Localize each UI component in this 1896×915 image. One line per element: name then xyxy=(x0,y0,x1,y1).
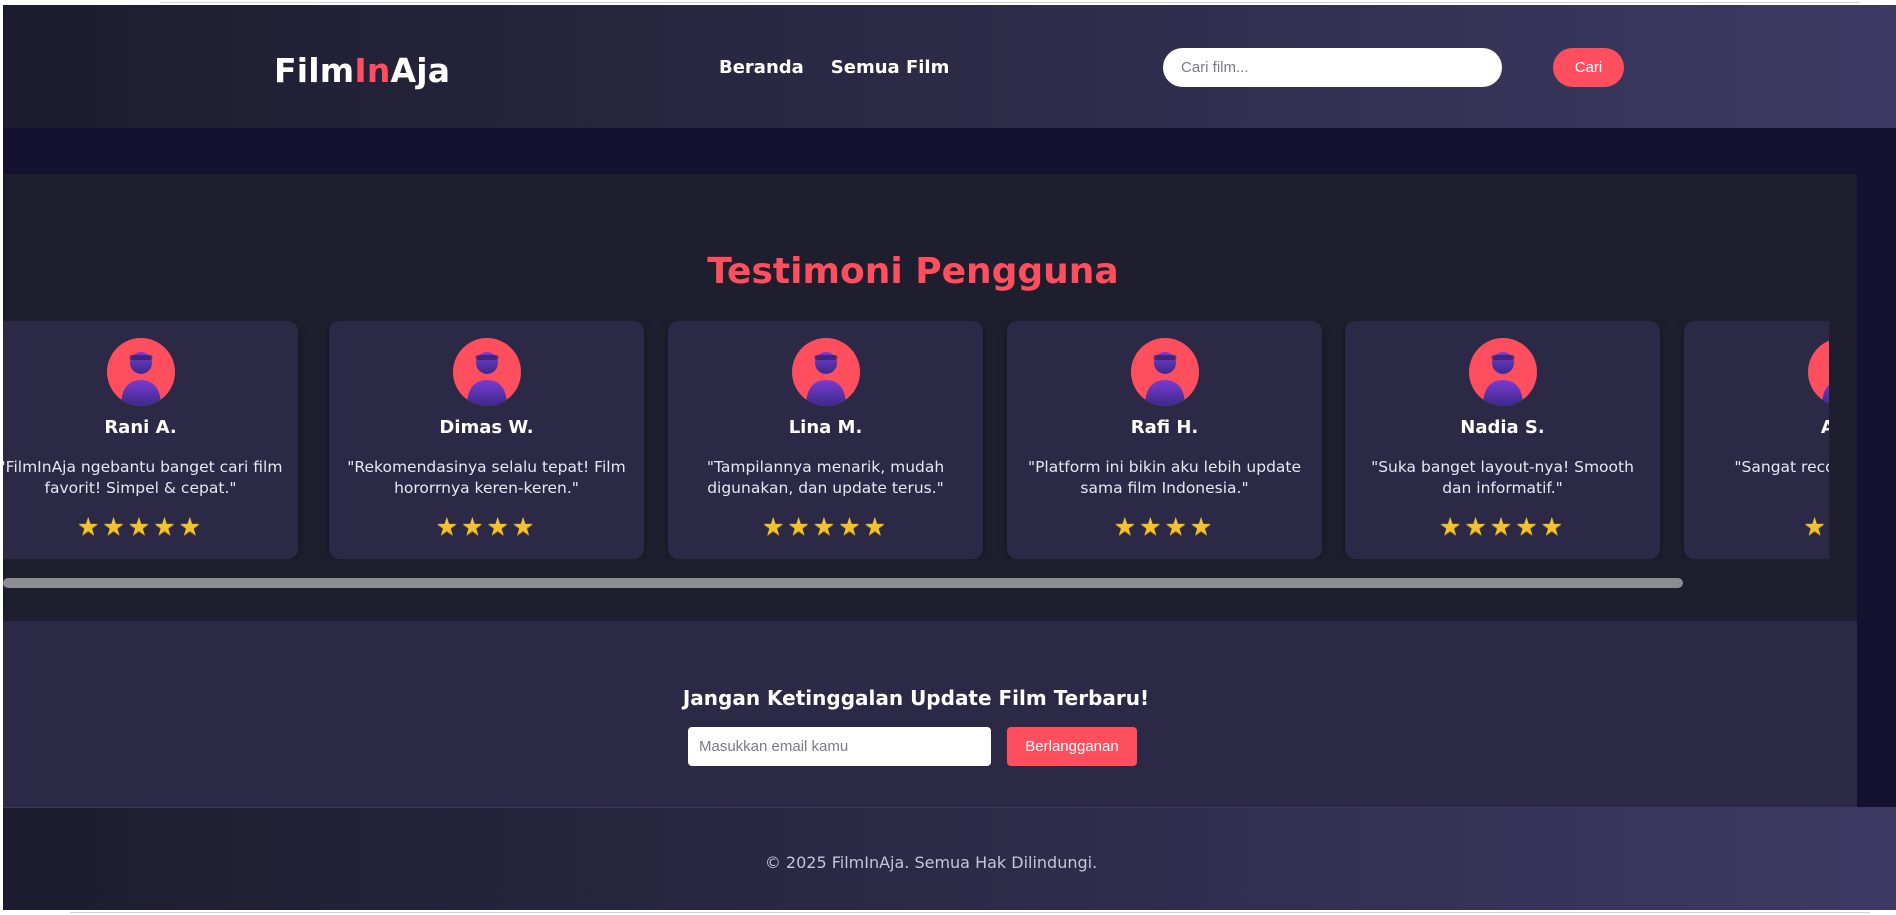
star-icon: ★ xyxy=(486,513,512,541)
testimonial-name: Nadia S. xyxy=(1460,417,1545,438)
star-icon: ★ xyxy=(511,513,538,541)
avatar xyxy=(791,338,860,406)
email-field[interactable] xyxy=(688,727,991,766)
site-logo[interactable]: FilmInAja xyxy=(274,51,450,90)
footer-copyright: © 2025 FilmInAja. Semua Hak Dilindungi. xyxy=(764,853,1098,872)
star-icon: ★ xyxy=(435,513,462,541)
avatar xyxy=(1130,338,1199,406)
site-header: FilmInAja Beranda Semua Film Cari xyxy=(3,5,1896,128)
star-icon: ★ xyxy=(1113,513,1140,541)
user-avatar-icon xyxy=(120,352,161,406)
testimonial-quote: "Suka banget layout-nya! Smooth dan info… xyxy=(1371,458,1634,497)
testimonial-section: Testimoni Pengguna Rani A. "FilmInAja nge… xyxy=(3,174,1857,621)
star-icon: ★ xyxy=(838,513,864,541)
star-rating: ★★★★ xyxy=(1007,515,1322,540)
search-input[interactable] xyxy=(1163,48,1502,87)
testimonial-quote: "Rekomendasinya selalu tepat! Film horor… xyxy=(347,458,626,497)
testimonial-quote: "FilmInAja ngebantu banget cari film fav… xyxy=(3,458,283,497)
user-avatar-icon xyxy=(1821,384,1829,406)
testimonial-quote: "Tampilannya menarik, mudah digunakan, d… xyxy=(706,458,945,497)
star-icon: ★ xyxy=(863,513,890,541)
star-icon: ★ xyxy=(178,513,205,541)
star-icon: ★ xyxy=(461,513,487,541)
testimonial-name: Arie xyxy=(1820,417,1829,438)
testimonial-carousel[interactable]: Rani A. "FilmInAja ngebantu banget cari f… xyxy=(3,321,1829,559)
star-icon: ★ xyxy=(127,513,154,541)
testimonial-name: Rani A. xyxy=(104,417,177,438)
star-rating: ★★★★★ xyxy=(668,515,983,540)
testimonial-card: Arie "Sangat recommen film tan ★★★ xyxy=(1684,321,1829,559)
testimonial-card: Rani A. "FilmInAja ngebantu banget cari f… xyxy=(3,321,298,559)
subscribe-button[interactable]: Berlangganan xyxy=(1007,727,1137,766)
logo-text-film: Film xyxy=(274,51,355,90)
newsletter-title: Jangan Ketinggalan Update Film Terbaru! xyxy=(682,686,1150,710)
avatar xyxy=(1807,338,1829,406)
star-icon: ★ xyxy=(1540,513,1567,541)
avatar xyxy=(1468,338,1537,406)
logo-text-in: In xyxy=(354,51,391,90)
logo-text-aja: Aja xyxy=(390,51,451,90)
star-icon: ★ xyxy=(812,513,839,541)
nav-link-semua-film[interactable]: Semua Film xyxy=(831,57,950,78)
avatar xyxy=(106,338,175,406)
testimonial-quote: "Sangat recommen film tan xyxy=(1734,458,1829,476)
star-icon: ★ xyxy=(153,513,179,541)
testimonial-card: Lina M. "Tampilannya menarik, mudah digun… xyxy=(668,321,983,559)
star-icon: ★ xyxy=(1438,513,1465,541)
user-avatar-icon xyxy=(1482,352,1523,406)
user-avatar-icon xyxy=(805,352,846,406)
star-icon: ★ xyxy=(102,513,128,541)
carousel-scrollbar-thumb[interactable] xyxy=(3,578,1683,588)
star-icon: ★ xyxy=(1464,513,1490,541)
star-icon: ★ xyxy=(1489,513,1516,541)
star-icon: ★ xyxy=(787,513,813,541)
testimonial-name: Dimas W. xyxy=(439,417,534,438)
star-icon: ★ xyxy=(1139,513,1165,541)
star-rating: ★★★ xyxy=(1684,515,1829,540)
star-icon: ★ xyxy=(1164,513,1190,541)
main-nav: Beranda Semua Film xyxy=(719,57,949,78)
avatar xyxy=(452,338,521,406)
search-button[interactable]: Cari xyxy=(1553,48,1624,87)
star-icon: ★ xyxy=(1803,513,1829,541)
testimonial-card: Dimas W. "Rekomendasinya selalu tepat! Fi… xyxy=(329,321,644,559)
user-avatar-icon xyxy=(466,352,507,406)
testimonial-quote: "Platform ini bikin aku lebih update sam… xyxy=(1027,458,1302,497)
star-rating: ★★★★ xyxy=(329,515,644,540)
testimonial-card: Rafi H. "Platform ini bikin aku lebih upd… xyxy=(1007,321,1322,559)
star-rating: ★★★★★ xyxy=(3,515,298,540)
star-rating: ★★★★★ xyxy=(1345,515,1660,540)
testimonial-name: Rafi H. xyxy=(1130,417,1199,438)
star-icon: ★ xyxy=(1189,513,1216,541)
star-icon: ★ xyxy=(761,513,788,541)
user-avatar-icon xyxy=(1144,352,1185,406)
testimonial-card: Nadia S. "Suka banget layout-nya! Smooth … xyxy=(1345,321,1660,559)
window-bottom-edge xyxy=(0,910,1896,915)
testimonial-title: Testimoni Pengguna xyxy=(707,251,1119,292)
site-footer: © 2025 FilmInAja. Semua Hak Dilindungi. xyxy=(3,807,1896,910)
newsletter-section: Jangan Ketinggalan Update Film Terbaru! … xyxy=(3,621,1857,807)
page: FilmInAja Beranda Semua Film Cari Testim… xyxy=(3,5,1896,910)
nav-link-beranda[interactable]: Beranda xyxy=(719,57,804,78)
star-icon: ★ xyxy=(1515,513,1541,541)
testimonial-name: Lina M. xyxy=(788,417,863,438)
star-icon: ★ xyxy=(76,513,103,541)
